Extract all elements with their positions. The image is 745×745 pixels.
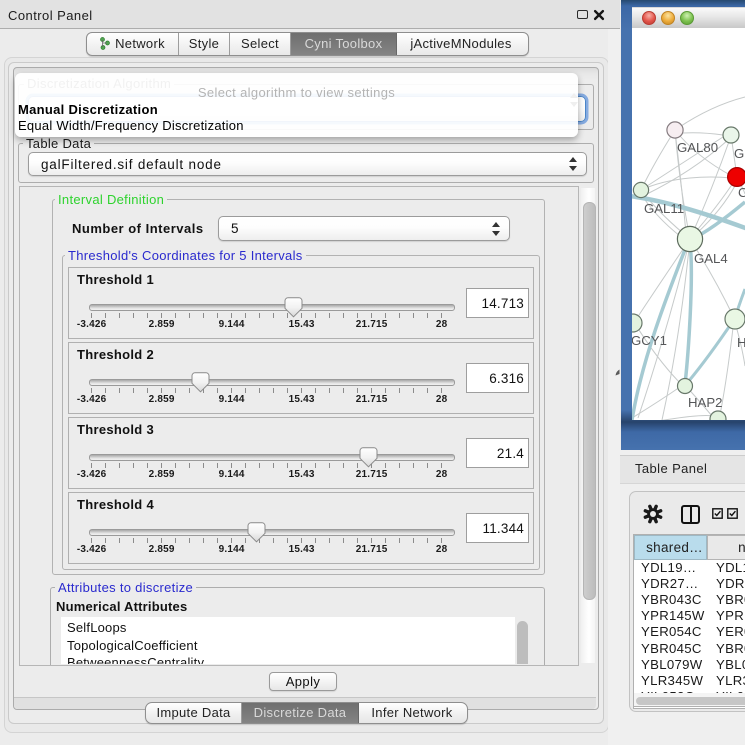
- svg-text:GAL4: GAL4: [694, 251, 728, 266]
- svg-text:GAL11: GAL11: [644, 201, 684, 216]
- svg-text:G.: G.: [734, 146, 745, 161]
- svg-text:GAL80: GAL80: [677, 140, 718, 155]
- svg-text:HAP2: HAP2: [688, 395, 722, 410]
- svg-text:GCY1: GCY1: [632, 333, 667, 348]
- svg-text:C: C: [738, 185, 745, 200]
- svg-text:H: H: [737, 335, 745, 350]
